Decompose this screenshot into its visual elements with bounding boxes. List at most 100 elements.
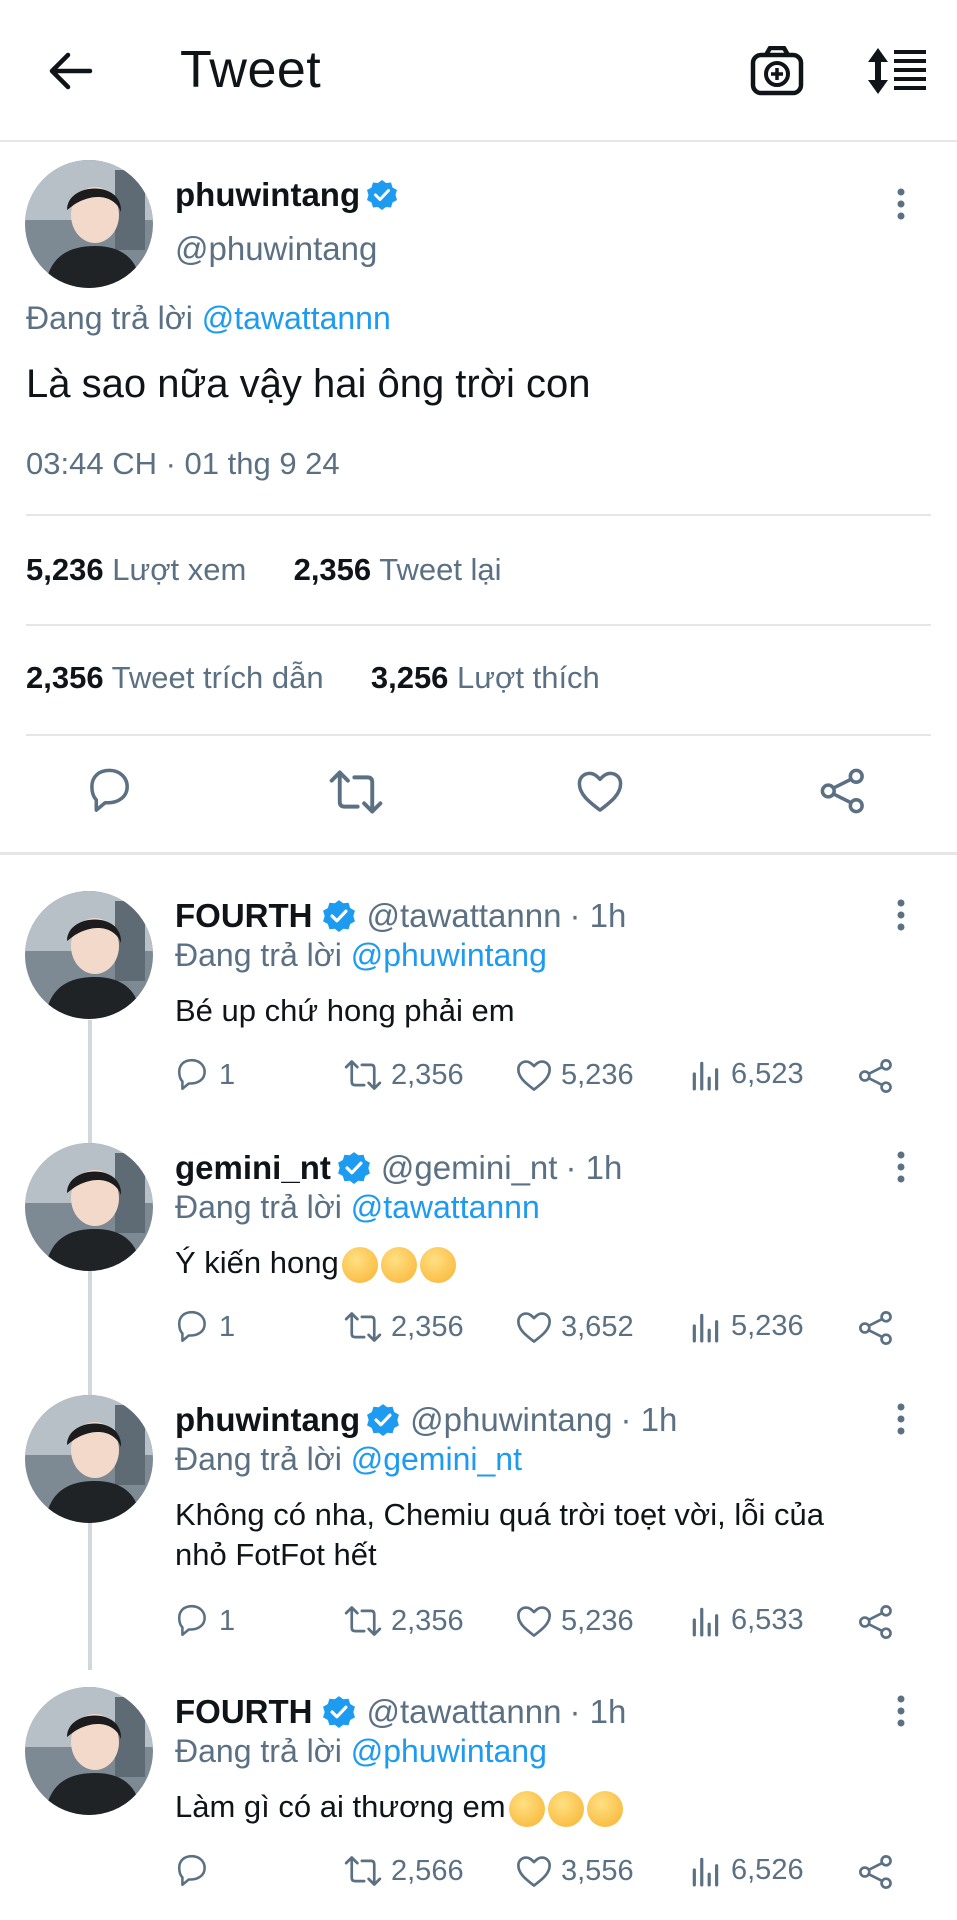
hugging-face-emoji: [586, 1790, 623, 1827]
verified-badge-icon: [322, 899, 357, 933]
reply-text-line: Không có nha, Chemiu quá trời toẹt vời, …: [175, 1497, 824, 1532]
share-button[interactable]: [857, 1309, 903, 1347]
reply-tweet[interactable]: phuwintang @phuwintang · 1h Đang trả lời…: [0, 1389, 957, 1679]
stats-row-2: 2,356 Tweet trích dẫn 3,256 Lượt thích: [26, 660, 600, 696]
avatar[interactable]: [25, 891, 153, 1019]
replying-to-link[interactable]: @tawattannn: [351, 1189, 540, 1225]
avatar[interactable]: [25, 1395, 153, 1523]
tweet-timestamp: 03:44 CH · 01 thg 9 24: [26, 446, 340, 481]
views-button[interactable]: 6,523: [689, 1057, 804, 1091]
quotes-stat[interactable]: 2,356 Tweet trích dẫn: [26, 660, 324, 695]
back-arrow-icon[interactable]: [40, 46, 100, 96]
verified-badge-icon: [366, 1403, 401, 1437]
reply-text: Ý kiến hong: [175, 1245, 339, 1280]
author-handle[interactable]: @phuwintang: [410, 1401, 612, 1439]
reply-tweet[interactable]: FOURTH @tawattannn · 1h Đang trả lời @ph…: [0, 1681, 957, 1920]
avatar[interactable]: [25, 1687, 153, 1815]
share-icon[interactable]: [818, 766, 868, 816]
reply-button[interactable]: [175, 1853, 219, 1889]
views-button[interactable]: 6,533: [689, 1603, 804, 1637]
like-button[interactable]: 5,236: [515, 1603, 634, 1639]
reply-button[interactable]: 1: [175, 1603, 235, 1639]
reply-action-bar: 1 2,356 3,652 5,236: [175, 1309, 915, 1353]
share-button[interactable]: [857, 1603, 903, 1641]
hugging-face-emoji: [547, 1790, 584, 1827]
hugging-face-emoji: [508, 1790, 545, 1827]
replying-to-link[interactable]: @gemini_nt: [351, 1441, 522, 1477]
reply-header: phuwintang @phuwintang · 1h: [175, 1401, 677, 1439]
retweet-button[interactable]: 2,356: [343, 1309, 464, 1345]
verified-badge-icon: [322, 1695, 357, 1729]
more-options-icon[interactable]: [897, 1403, 905, 1440]
share-button[interactable]: [857, 1057, 903, 1095]
replying-to-link[interactable]: @phuwintang: [351, 937, 547, 973]
like-button[interactable]: 3,556: [515, 1853, 634, 1889]
reply-tweet[interactable]: gemini_nt @gemini_nt · 1h Đang trả lời @…: [0, 1137, 957, 1387]
share-button[interactable]: [857, 1853, 903, 1891]
verified-badge-icon: [336, 1151, 371, 1185]
divider: [26, 624, 931, 626]
like-icon[interactable]: [575, 766, 625, 816]
sort-icon[interactable]: [864, 44, 928, 98]
author-name[interactable]: FOURTH: [175, 1693, 312, 1731]
reply-header: gemini_nt @gemini_nt · 1h: [175, 1149, 622, 1187]
replying-to: Đang trả lời @phuwintang: [175, 1733, 547, 1770]
views-button[interactable]: 6,526: [689, 1853, 804, 1887]
more-options-icon[interactable]: [897, 899, 905, 936]
retweets-stat[interactable]: 2,356 Tweet lại: [294, 552, 502, 587]
replying-prefix: Đang trả lời: [26, 300, 193, 336]
reply-time: · 1h: [569, 897, 627, 934]
replying-prefix: Đang trả lời: [175, 1733, 342, 1769]
more-options-icon[interactable]: [897, 1151, 905, 1188]
reply-tweet[interactable]: FOURTH @tawattannn · 1h Đang trả lời @ph…: [0, 885, 957, 1135]
divider: [26, 514, 931, 516]
reply-icon[interactable]: [86, 766, 136, 816]
tweet-text: Là sao nữa vậy hai ông trời con: [26, 362, 591, 406]
replying-to: Đang trả lời @gemini_nt: [175, 1441, 522, 1478]
more-options-icon[interactable]: [897, 1695, 905, 1732]
replying-prefix: Đang trả lời: [175, 937, 342, 973]
retweet-icon[interactable]: [328, 766, 384, 818]
author-name[interactable]: phuwintang: [175, 1401, 360, 1439]
avatar[interactable]: [25, 1143, 153, 1271]
section-divider: [0, 852, 957, 855]
camera-plus-icon[interactable]: [748, 42, 806, 100]
reply-text-line: nhỏ FotFot hết: [175, 1537, 377, 1572]
retweet-button[interactable]: 2,356: [343, 1057, 464, 1093]
more-options-icon[interactable]: [897, 188, 905, 225]
author-handle[interactable]: @tawattannn: [366, 1693, 561, 1731]
reply-header: FOURTH @tawattannn · 1h: [175, 1693, 626, 1731]
author-handle[interactable]: @gemini_nt: [381, 1149, 558, 1187]
pleading-face-emoji: [341, 1246, 378, 1283]
reply-button[interactable]: 1: [175, 1309, 235, 1345]
pleading-face-emoji: [419, 1246, 456, 1283]
views-stat[interactable]: 5,236 Lượt xem: [26, 552, 246, 587]
retweet-button[interactable]: 2,356: [343, 1603, 464, 1639]
likes-stat[interactable]: 3,256 Lượt thích: [371, 660, 600, 695]
reply-button[interactable]: 1: [175, 1057, 235, 1093]
reply-time: · 1h: [569, 1693, 627, 1730]
author-name[interactable]: gemini_nt: [175, 1149, 331, 1187]
author-name[interactable]: phuwintang: [175, 176, 360, 214]
reply-text-row: Làm gì có ai thương em: [175, 1787, 915, 1827]
replying-to: Đang trả lời @tawattannn: [26, 300, 391, 337]
views-button[interactable]: 5,236: [689, 1309, 804, 1343]
author-name[interactable]: FOURTH: [175, 897, 312, 935]
avatar[interactable]: [25, 160, 153, 288]
divider: [26, 734, 931, 736]
main-action-bar: [0, 762, 957, 822]
reply-text-row: Ý kiến hong: [175, 1243, 915, 1283]
author-handle[interactable]: @tawattannn: [366, 897, 561, 935]
reply-action-bar: 1 2,356 5,236 6,533: [175, 1603, 915, 1647]
author-handle[interactable]: @phuwintang: [175, 230, 377, 268]
replying-to-link[interactable]: @phuwintang: [351, 1733, 547, 1769]
like-button[interactable]: 3,652: [515, 1309, 634, 1345]
replying-to-link[interactable]: @tawattannn: [202, 300, 391, 336]
reply-time: · 1h: [620, 1401, 678, 1438]
retweet-button[interactable]: 2,566: [343, 1853, 464, 1889]
like-button[interactable]: 5,236: [515, 1057, 634, 1093]
verified-badge-icon: [366, 179, 399, 211]
author-name-row[interactable]: phuwintang: [175, 176, 399, 214]
reply-action-bar: 1 2,356 5,236 6,523: [175, 1057, 915, 1101]
replying-to: Đang trả lời @phuwintang: [175, 937, 547, 974]
